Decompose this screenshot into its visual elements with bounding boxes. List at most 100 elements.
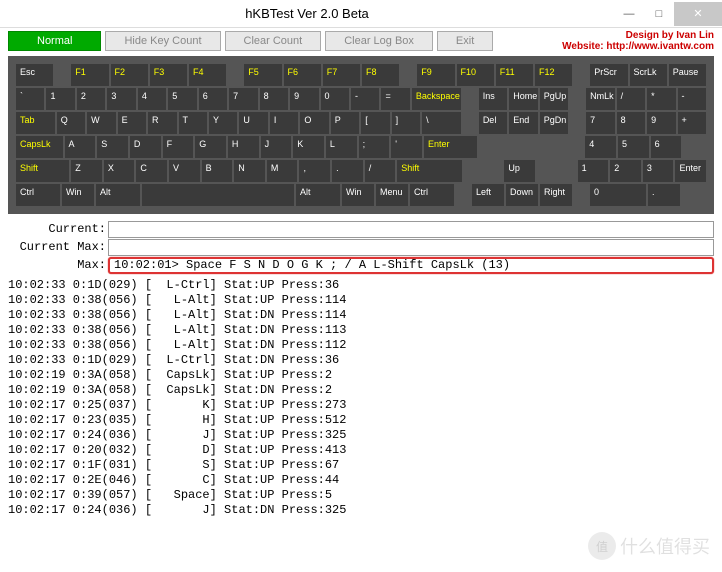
key-y[interactable]: Y [209,112,237,134]
key-[interactable]: - [678,88,706,110]
key-ctrl[interactable]: Ctrl [16,184,60,206]
key-b[interactable]: B [202,160,233,182]
key-home[interactable]: Home [509,88,537,110]
key-prscr[interactable]: PrScr [590,64,627,86]
key-menu[interactable]: Menu [376,184,408,206]
key-f10[interactable]: F10 [457,64,494,86]
key-f5[interactable]: F5 [244,64,281,86]
clear-count-button[interactable]: Clear Count [225,31,322,51]
key-j[interactable]: J [261,136,292,158]
key-t[interactable]: T [179,112,207,134]
key-up[interactable]: Up [504,160,535,182]
key-r[interactable]: R [148,112,176,134]
key-left[interactable]: Left [472,184,504,206]
key-scrlk[interactable]: ScrLk [630,64,667,86]
key-8[interactable]: 8 [617,112,645,134]
key-right[interactable]: Right [540,184,572,206]
key-[interactable]: [ [361,112,389,134]
key-1[interactable]: 1 [578,160,609,182]
key-ctrl[interactable]: Ctrl [410,184,454,206]
key-e[interactable]: E [118,112,146,134]
key-6[interactable]: 6 [651,136,682,158]
key-n[interactable]: N [234,160,265,182]
log-box[interactable]: 10:02:33 0:1D(029) [ L-Ctrl] Stat:UP Pre… [0,276,722,526]
key-6[interactable]: 6 [199,88,227,110]
maximize-button[interactable]: □ [644,2,674,26]
key-z[interactable]: Z [71,160,102,182]
key-h[interactable]: H [228,136,259,158]
key-win[interactable]: Win [62,184,94,206]
key-f12[interactable]: F12 [535,64,572,86]
exit-button[interactable]: Exit [437,31,493,51]
key-shift[interactable]: Shift [397,160,462,182]
key-u[interactable]: U [239,112,267,134]
key-9[interactable]: 9 [647,112,675,134]
key-[interactable]: \ [422,112,461,134]
key-enter[interactable]: Enter [675,160,706,182]
key-3[interactable]: 3 [107,88,135,110]
key-[interactable]: . [332,160,363,182]
key-[interactable]: = [381,88,409,110]
key-pgdn[interactable]: PgDn [540,112,568,134]
key-0[interactable]: 0 [321,88,349,110]
key-f1[interactable]: F1 [71,64,108,86]
key-f3[interactable]: F3 [150,64,187,86]
key-7[interactable]: 7 [229,88,257,110]
key-end[interactable]: End [509,112,537,134]
key-tab[interactable]: Tab [16,112,55,134]
key-[interactable]: / [617,88,645,110]
key-f9[interactable]: F9 [417,64,454,86]
key-v[interactable]: V [169,160,200,182]
key-7[interactable]: 7 [586,112,614,134]
key-8[interactable]: 8 [260,88,288,110]
key-blank[interactable] [142,184,294,206]
key-4[interactable]: 4 [138,88,166,110]
clear-log-button[interactable]: Clear Log Box [325,31,433,51]
key-f8[interactable]: F8 [362,64,399,86]
key-2[interactable]: 2 [610,160,641,182]
minimize-button[interactable]: — [614,2,644,26]
key-nmlk[interactable]: NmLk [586,88,614,110]
key-[interactable]: + [678,112,706,134]
key-p[interactable]: P [331,112,359,134]
key-[interactable]: ' [391,136,422,158]
key-c[interactable]: C [136,160,167,182]
key-l[interactable]: L [326,136,357,158]
key-m[interactable]: M [267,160,298,182]
key-f11[interactable]: F11 [496,64,533,86]
key-f[interactable]: F [163,136,194,158]
key-[interactable]: / [365,160,396,182]
key-alt[interactable]: Alt [296,184,340,206]
key-1[interactable]: 1 [46,88,74,110]
key-5[interactable]: 5 [168,88,196,110]
key-pause[interactable]: Pause [669,64,706,86]
key-f2[interactable]: F2 [111,64,148,86]
key-w[interactable]: W [87,112,115,134]
key-s[interactable]: S [97,136,128,158]
key-[interactable]: . [648,184,680,206]
key-ins[interactable]: Ins [479,88,507,110]
key-g[interactable]: G [195,136,226,158]
key-0[interactable]: 0 [590,184,646,206]
key-f7[interactable]: F7 [323,64,360,86]
key-f4[interactable]: F4 [189,64,226,86]
key-down[interactable]: Down [506,184,538,206]
key-capslk[interactable]: CapsLk [16,136,63,158]
hide-key-count-button[interactable]: Hide Key Count [105,31,220,51]
key-o[interactable]: O [300,112,328,134]
key-[interactable]: - [351,88,379,110]
key-alt[interactable]: Alt [96,184,140,206]
key-3[interactable]: 3 [643,160,674,182]
key-a[interactable]: A [65,136,96,158]
key-9[interactable]: 9 [290,88,318,110]
key-[interactable]: ` [16,88,44,110]
key-[interactable]: , [299,160,330,182]
close-button[interactable]: ✕ [674,2,722,26]
key-x[interactable]: X [104,160,135,182]
key-4[interactable]: 4 [585,136,616,158]
key-[interactable]: ; [359,136,390,158]
key-d[interactable]: D [130,136,161,158]
key-i[interactable]: I [270,112,298,134]
key-backspace[interactable]: Backspace [412,88,461,110]
normal-button[interactable]: Normal [8,31,101,51]
